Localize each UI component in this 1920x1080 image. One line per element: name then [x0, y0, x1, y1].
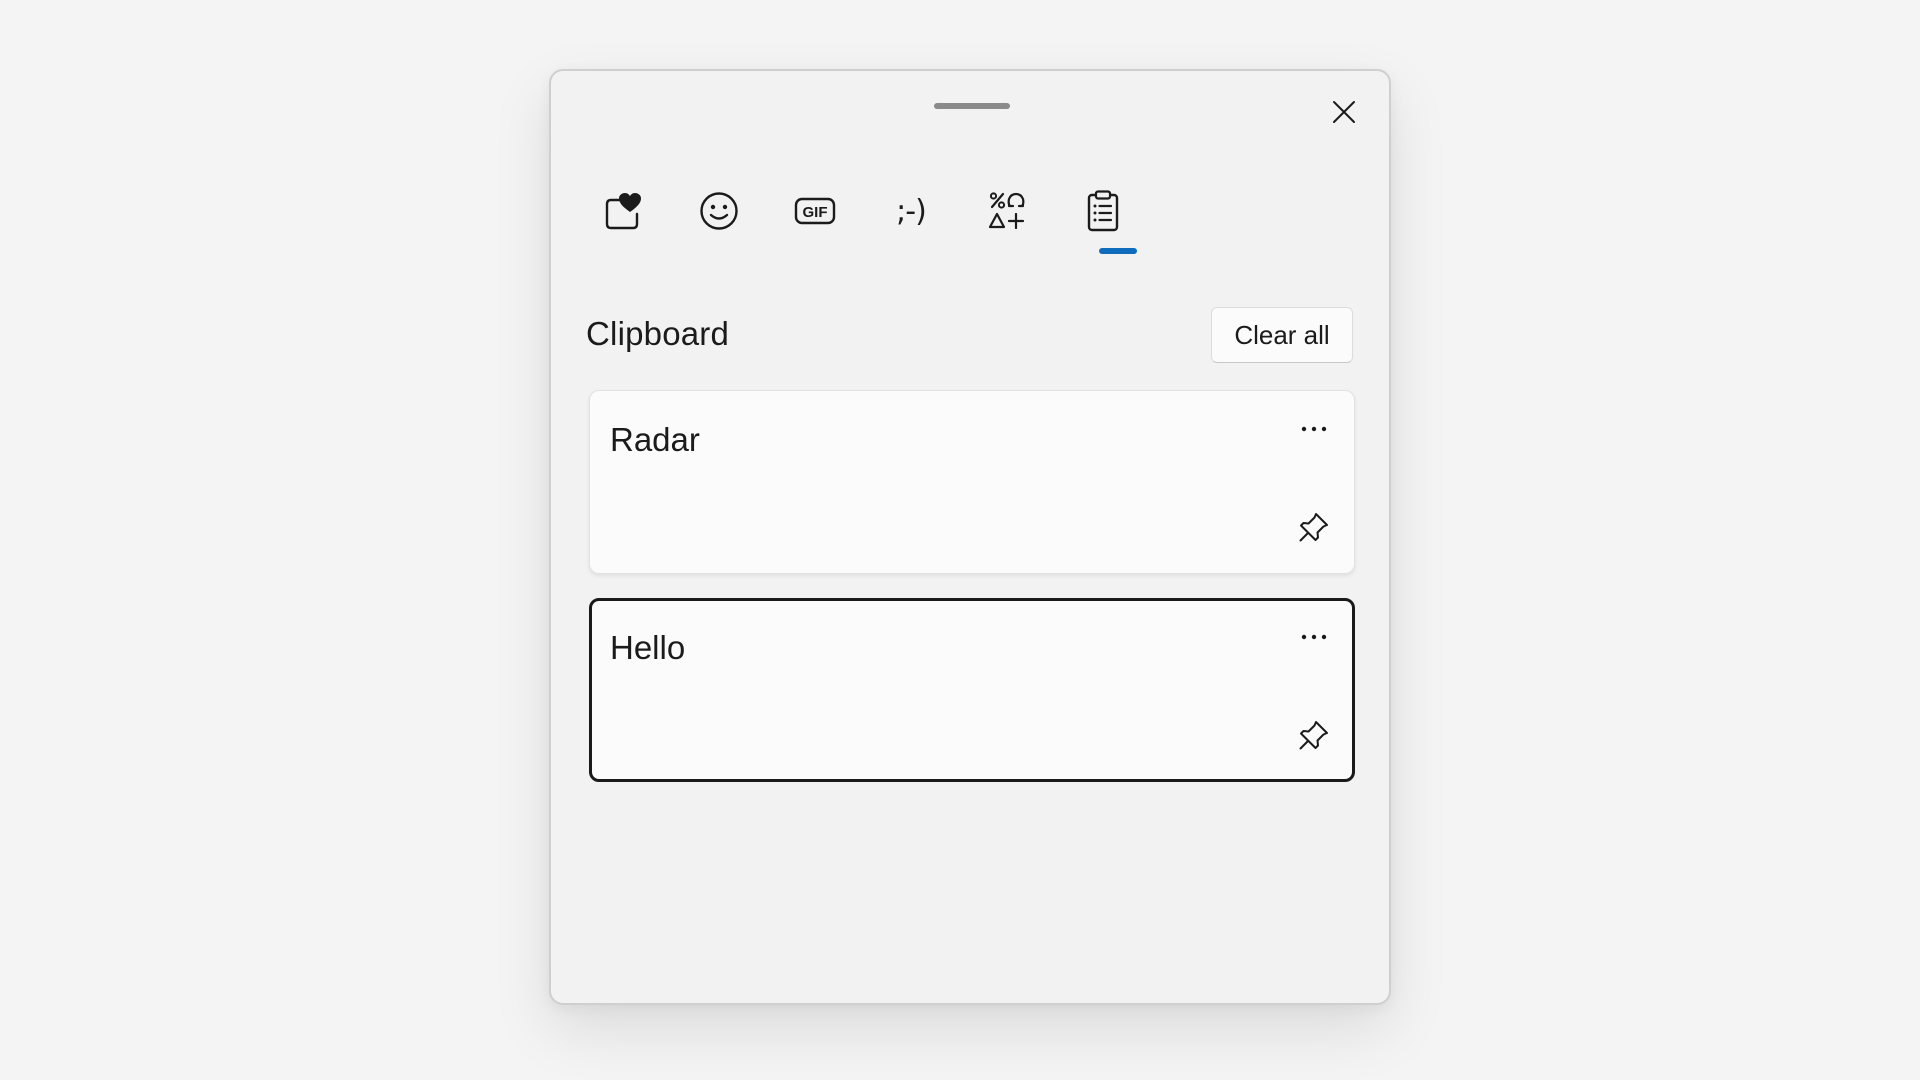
tab-emoji[interactable] — [691, 181, 747, 241]
kaomoji-icon: ;-) — [896, 193, 927, 229]
tab-clipboard[interactable] — [1075, 181, 1131, 241]
symbols-icon — [988, 192, 1025, 230]
pin-icon — [1299, 721, 1328, 750]
svg-text:GIF: GIF — [803, 204, 828, 221]
active-tab-indicator — [1099, 248, 1137, 254]
more-icon — [1301, 426, 1327, 432]
clipboard-item[interactable]: Hello — [589, 598, 1355, 782]
clipboard-icon — [1087, 190, 1119, 232]
gif-icon: GIF — [794, 197, 836, 225]
more-icon — [1301, 634, 1327, 640]
tab-kaomoji[interactable]: ;-) — [883, 181, 939, 241]
drag-handle[interactable] — [934, 103, 1010, 109]
pin-button[interactable] — [1294, 715, 1334, 755]
clipboard-item[interactable]: Radar — [589, 390, 1355, 574]
pin-icon — [1299, 513, 1328, 542]
tab-symbols[interactable] — [979, 181, 1035, 241]
more-options-button[interactable] — [1294, 413, 1334, 445]
smiley-icon — [700, 192, 738, 230]
close-button[interactable] — [1319, 87, 1369, 137]
clipboard-item-text: Radar — [610, 421, 700, 458]
clear-all-button[interactable]: Clear all — [1211, 307, 1353, 363]
heart-sticker-icon — [605, 193, 641, 230]
more-options-button[interactable] — [1294, 621, 1334, 653]
tab-gif[interactable]: GIF — [787, 181, 843, 241]
emoji-clipboard-panel: GIF ;-) Clipboard Clear all Radar Hello — [549, 69, 1391, 1005]
pin-button[interactable] — [1294, 507, 1334, 547]
clipboard-item-text: Hello — [610, 629, 686, 666]
close-icon — [1333, 101, 1355, 123]
section-title: Clipboard — [586, 315, 730, 352]
tab-favorites[interactable] — [596, 181, 652, 241]
